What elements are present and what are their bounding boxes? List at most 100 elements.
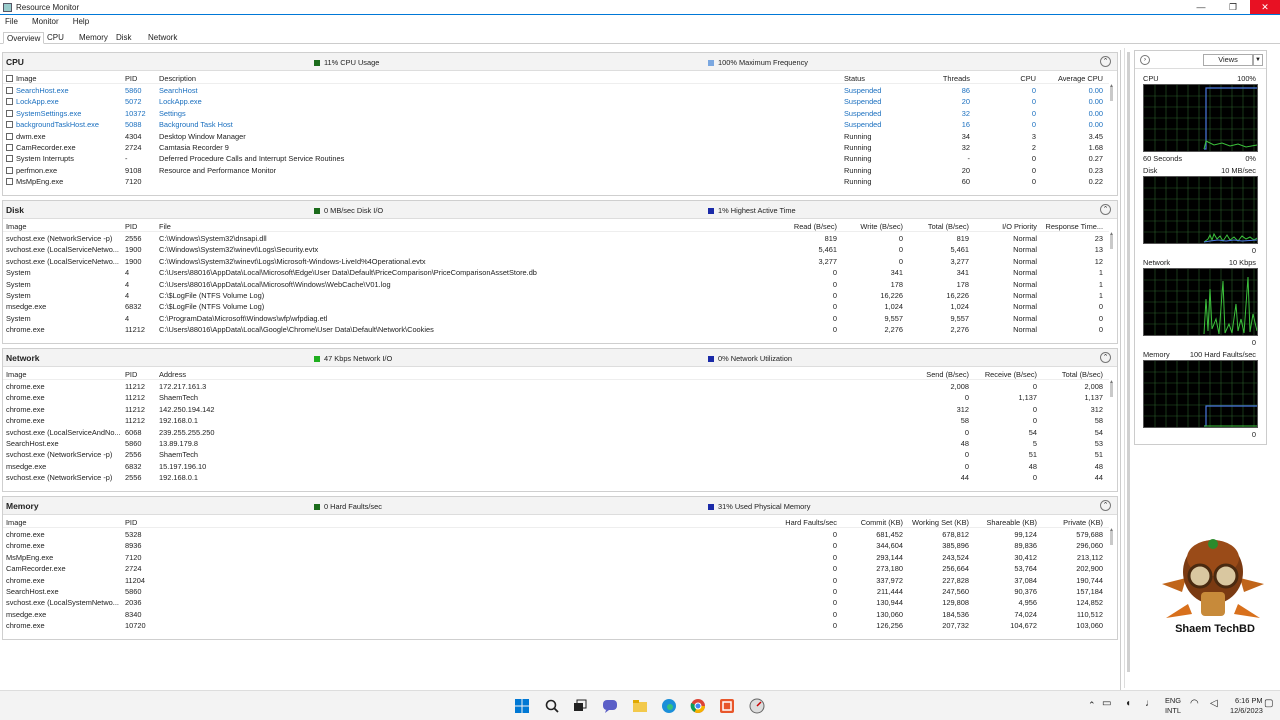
process-checkbox[interactable] (6, 87, 13, 94)
search-icon[interactable] (544, 698, 560, 714)
overview-scrollbar[interactable] (1124, 48, 1131, 688)
network-row[interactable]: SearchHost.exe 5860 13.89.179.8 48 5 53 (3, 438, 1109, 449)
network-col-send[interactable]: Send (B/sec) (907, 370, 969, 379)
menu-monitor[interactable]: Monitor (32, 15, 59, 28)
network-col-address[interactable]: Address (159, 370, 186, 379)
cpu-col-average-cpu[interactable]: Average CPU (1038, 74, 1103, 83)
disk-collapse-icon[interactable]: ⌃ (1100, 204, 1111, 215)
network-row[interactable]: chrome.exe 11212 192.168.0.1 58 0 58 (3, 415, 1109, 426)
memory-col-private[interactable]: Private (KB) (1039, 518, 1103, 527)
memory-row[interactable]: SearchHost.exe 5860 0 211,444 247,560 90,376 1… (3, 586, 1109, 597)
memory-col-working-set[interactable]: Working Set (KB) (905, 518, 969, 527)
disk-row[interactable]: msedge.exe 6832 C:\$LogFile (NTFS Volume L… (3, 301, 1109, 312)
menu-help[interactable]: Help (73, 15, 89, 28)
tray-overflow-icon[interactable]: ⌃ (1088, 700, 1096, 711)
cpu-collapse-icon[interactable]: ⌃ (1100, 56, 1111, 67)
disk-col-total[interactable]: Total (B/sec) (907, 222, 969, 231)
process-checkbox[interactable] (6, 144, 13, 151)
wifi-tray-icon[interactable]: ◠ (1190, 698, 1199, 709)
memory-col-image[interactable]: Image (6, 518, 27, 527)
cpu-scrollbar[interactable]: ▲ (1108, 83, 1116, 193)
cpu-row[interactable]: LockApp.exe 5072 LockApp.exe Suspended 20 0 0.… (3, 96, 1109, 107)
network-collapse-icon[interactable]: ⌃ (1100, 352, 1111, 363)
network-row[interactable]: chrome.exe 11212 172.217.161.3 2,008 0 2,008 (3, 381, 1109, 392)
start-windows-icon[interactable] (514, 698, 530, 714)
network-scrollbar[interactable]: ▲ (1108, 379, 1116, 489)
network-row[interactable]: svchost.exe (NetworkService -p) 2556 Shaem… (3, 449, 1109, 460)
disk-row[interactable]: svchost.exe (LocalServiceNetwo... 1900 C:\… (3, 256, 1109, 267)
memory-section-header[interactable]: Memory 0 Hard Faults/sec 31% Used Physic… (3, 497, 1117, 515)
speaker-tray-icon[interactable]: ◁ (1210, 698, 1218, 709)
task-view-icon[interactable] (572, 698, 588, 714)
process-checkbox[interactable] (6, 109, 13, 117)
tab-network[interactable]: Network (145, 32, 180, 44)
memory-col-pid[interactable]: PID (125, 518, 137, 527)
disk-scrollbar[interactable]: ▲ (1108, 231, 1116, 341)
disk-row[interactable]: System 4 C:\Users\88016\AppData\Local\Micr… (3, 267, 1109, 278)
memory-col-shareable[interactable]: Shareable (KB) (973, 518, 1037, 527)
process-checkbox[interactable] (6, 132, 13, 140)
camtasia-icon[interactable] (719, 698, 735, 714)
maximize-button[interactable]: ❐ (1218, 0, 1248, 14)
cpu-col-threads[interactable]: Threads (908, 74, 970, 83)
network-col-image[interactable]: Image (6, 370, 27, 379)
memory-row[interactable]: chrome.exe 11204 0 337,972 227,828 37,084 190,… (3, 575, 1109, 586)
process-checkbox[interactable] (6, 166, 13, 174)
process-checkbox[interactable] (6, 98, 13, 106)
tab-overview[interactable]: Overview (3, 32, 45, 44)
memory-row[interactable]: svchost.exe (LocalSystemNetwo... 2036 0 130… (3, 597, 1109, 608)
memory-row[interactable]: CamRecorder.exe 2724 0 273,180 256,664 53,764… (3, 563, 1109, 574)
process-checkbox[interactable] (6, 178, 13, 186)
cpu-row[interactable]: backgroundTaskHost.exe 5088 Background Tas… (3, 119, 1109, 130)
resource-monitor-taskbar-icon[interactable] (749, 698, 765, 714)
clock-time[interactable]: 6:16 PM (1235, 696, 1263, 705)
network-row[interactable]: svchost.exe (NetworkService -p) 2556 192.1… (3, 472, 1109, 483)
chrome-browser-icon[interactable] (690, 698, 706, 714)
network-col-total[interactable]: Total (B/sec) (1039, 370, 1103, 379)
disk-row[interactable]: System 4 C:\Users\88016\AppData\Local\Micr… (3, 279, 1109, 290)
clock-date[interactable]: 12/6/2023 (1230, 706, 1263, 715)
language-indicator[interactable]: ENG (1165, 696, 1181, 705)
disk-section-header[interactable]: Disk 0 MB/sec Disk I/O 1% Highest Active… (3, 201, 1117, 219)
disk-col-file[interactable]: File (159, 222, 171, 231)
disk-col-pid[interactable]: PID (125, 222, 137, 231)
tab-memory[interactable]: Memory (76, 32, 111, 44)
cpu-col-description[interactable]: Description (159, 74, 196, 83)
memory-row[interactable]: chrome.exe 5328 0 681,452 678,812 99,124 579,6… (3, 529, 1109, 540)
cpu-row[interactable]: perfmon.exe 9108 Resource and Performance … (3, 165, 1109, 176)
tab-cpu[interactable]: CPU (44, 32, 67, 44)
memory-col-commit[interactable]: Commit (KB) (841, 518, 903, 527)
disk-row[interactable]: chrome.exe 11212 C:\Users\88016\AppData\Lo… (3, 324, 1109, 335)
cpu-col-image[interactable]: Image (16, 74, 37, 83)
process-checkbox[interactable] (6, 121, 13, 129)
cpu-col-status[interactable]: Status (844, 74, 865, 83)
cpu-row[interactable]: MsMpEng.exe 7120 Running 60 0 0.22 (3, 176, 1109, 187)
views-button[interactable]: Views (1203, 54, 1253, 66)
cpu-select-all-checkbox[interactable] (6, 75, 13, 82)
disk-row[interactable]: svchost.exe (LocalServiceNetwo... 1900 C:\… (3, 244, 1109, 255)
keyboard-layout[interactable]: INTL (1165, 706, 1181, 715)
memory-row[interactable]: chrome.exe 8936 0 344,604 385,896 89,836 296,0… (3, 540, 1109, 551)
process-checkbox[interactable] (6, 155, 13, 163)
memory-collapse-icon[interactable]: ⌃ (1100, 500, 1111, 511)
cpu-col-pid[interactable]: PID (125, 74, 137, 83)
disk-col-read[interactable]: Read (B/sec) (775, 222, 837, 231)
disk-col-io-priority[interactable]: I/O Priority (973, 222, 1037, 231)
close-button[interactable]: ✕ (1250, 0, 1280, 14)
views-dropdown-icon[interactable]: ▼ (1253, 54, 1263, 66)
cpu-row[interactable]: SystemSettings.exe 10372 Settings Suspended… (3, 108, 1109, 119)
cpu-row[interactable]: dwm.exe 4304 Desktop Window Manager Running… (3, 131, 1109, 142)
expand-icon[interactable]: › (1140, 55, 1150, 65)
notifications-icon[interactable]: ▢ (1264, 698, 1273, 709)
cpu-section-header[interactable]: CPU 11% CPU Usage 100% Maximum Frequency… (3, 53, 1117, 71)
network-row[interactable]: msedge.exe 6832 15.197.196.10 0 48 48 (3, 461, 1109, 472)
disk-col-write[interactable]: Write (B/sec) (841, 222, 903, 231)
memory-col-hard-faults[interactable]: Hard Faults/sec (773, 518, 837, 527)
memory-row[interactable]: chrome.exe 10720 0 126,256 207,732 104,672 103… (3, 620, 1109, 631)
file-explorer-icon[interactable] (632, 698, 648, 714)
memory-row[interactable]: MsMpEng.exe 7120 0 293,144 243,524 30,412 213,… (3, 552, 1109, 563)
disk-row[interactable]: svchost.exe (NetworkService -p) 2556 C:\Wi… (3, 233, 1109, 244)
network-row[interactable]: chrome.exe 11212 142.250.194.142 312 0 312 (3, 404, 1109, 415)
network-col-pid[interactable]: PID (125, 370, 137, 379)
network-section-header[interactable]: Network 47 Kbps Network I/O 0% Network U… (3, 349, 1117, 367)
